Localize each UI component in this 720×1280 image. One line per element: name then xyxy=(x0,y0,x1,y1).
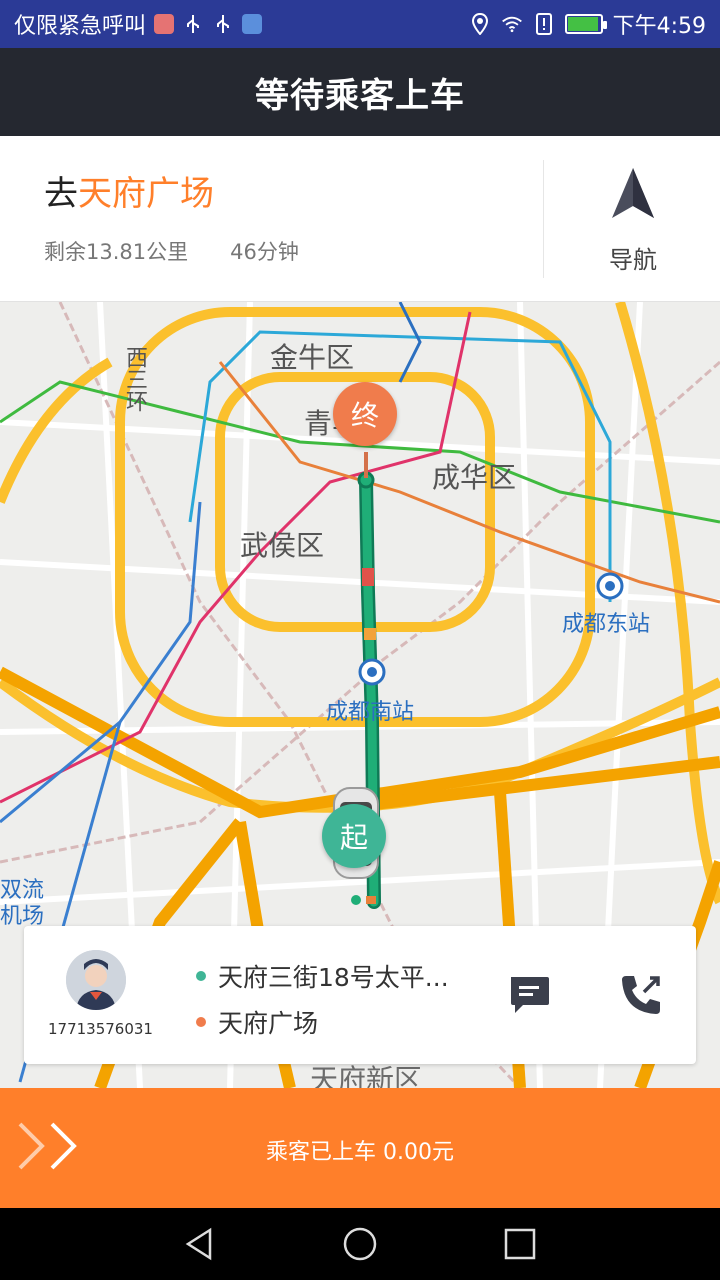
end-marker-label: 终 xyxy=(350,399,379,432)
distance-remaining: 剩余13.81公里 xyxy=(44,240,189,264)
end-marker[interactable]: 终 xyxy=(333,382,397,446)
destination-title: 去天府广场 xyxy=(44,166,214,215)
divider xyxy=(543,160,544,278)
passenger-card: 17713576031 天府三街18号太平... 天府广场 xyxy=(24,926,696,1064)
map-label-west-ring: 西三环 xyxy=(122,346,147,412)
avatar-icon xyxy=(66,950,126,1010)
location-icon xyxy=(469,13,491,35)
passenger-boarded-slider[interactable]: 乘客已上车 0.00元 xyxy=(0,1088,720,1208)
destination-dot xyxy=(196,1017,206,1027)
screen: 仅限紧急呼叫 下午4:59 等待乘客上车 去天府广场 剩余13.81公里 46分… xyxy=(0,0,720,1280)
phone-call-icon xyxy=(622,976,660,1014)
passenger-phone: 17713576031 xyxy=(48,1020,153,1038)
home-icon[interactable] xyxy=(342,1226,378,1262)
app-notification-icon xyxy=(154,14,175,34)
navigation-arrow-icon xyxy=(612,168,654,218)
title-bar: 等待乘客上车 xyxy=(0,48,720,136)
system-nav-bar xyxy=(0,1208,720,1280)
clock: 下午4:59 xyxy=(612,14,706,39)
map-label-jinniu: 金牛区 xyxy=(270,341,355,374)
origin-address: 天府三街18号太平... xyxy=(196,958,449,994)
sim-alert-icon xyxy=(533,13,555,35)
wifi-icon xyxy=(501,13,523,35)
usb-icon xyxy=(182,13,204,35)
call-button[interactable] xyxy=(616,970,666,1020)
destination-address: 天府广场 xyxy=(196,1004,318,1040)
origin-text: 天府三街18号太平... xyxy=(218,963,449,992)
navigation-button[interactable]: 导航 xyxy=(560,160,706,284)
destination-place: 天府广场 xyxy=(78,174,214,214)
map-label-chengdu-east: 成都东站 xyxy=(562,612,651,637)
message-button[interactable] xyxy=(504,970,554,1020)
app-heart-icon xyxy=(242,14,263,34)
carrier-text: 仅限紧急呼叫 xyxy=(14,14,147,39)
start-marker-label: 起 xyxy=(339,821,368,854)
recents-icon[interactable] xyxy=(502,1226,538,1262)
status-bar: 仅限紧急呼叫 下午4:59 xyxy=(0,0,720,48)
passenger-avatar xyxy=(66,950,126,1010)
map-label-wuhou: 武侯区 xyxy=(240,529,325,562)
destination-prefix: 去 xyxy=(44,174,78,214)
action-label: 乘客已上车 0.00元 xyxy=(266,1140,454,1165)
trip-meta: 剩余13.81公里 46分钟 xyxy=(44,236,299,266)
time-remaining: 46分钟 xyxy=(230,240,299,264)
origin-dot xyxy=(196,971,206,981)
destination-panel: 去天府广场 剩余13.81公里 46分钟 导航 xyxy=(0,136,720,302)
start-marker[interactable]: 起 xyxy=(322,804,386,868)
destination-text: 天府广场 xyxy=(218,1009,319,1038)
message-icon xyxy=(511,977,549,1013)
map-label-chengdu-south: 成都南站 xyxy=(326,700,415,725)
page-title: 等待乘客上车 xyxy=(255,75,465,116)
map-label-chenghua: 成华区 xyxy=(432,461,517,494)
usb-icon-2 xyxy=(212,13,234,35)
battery-icon xyxy=(564,14,607,34)
navigation-label: 导航 xyxy=(609,246,657,274)
back-icon[interactable] xyxy=(182,1226,218,1262)
